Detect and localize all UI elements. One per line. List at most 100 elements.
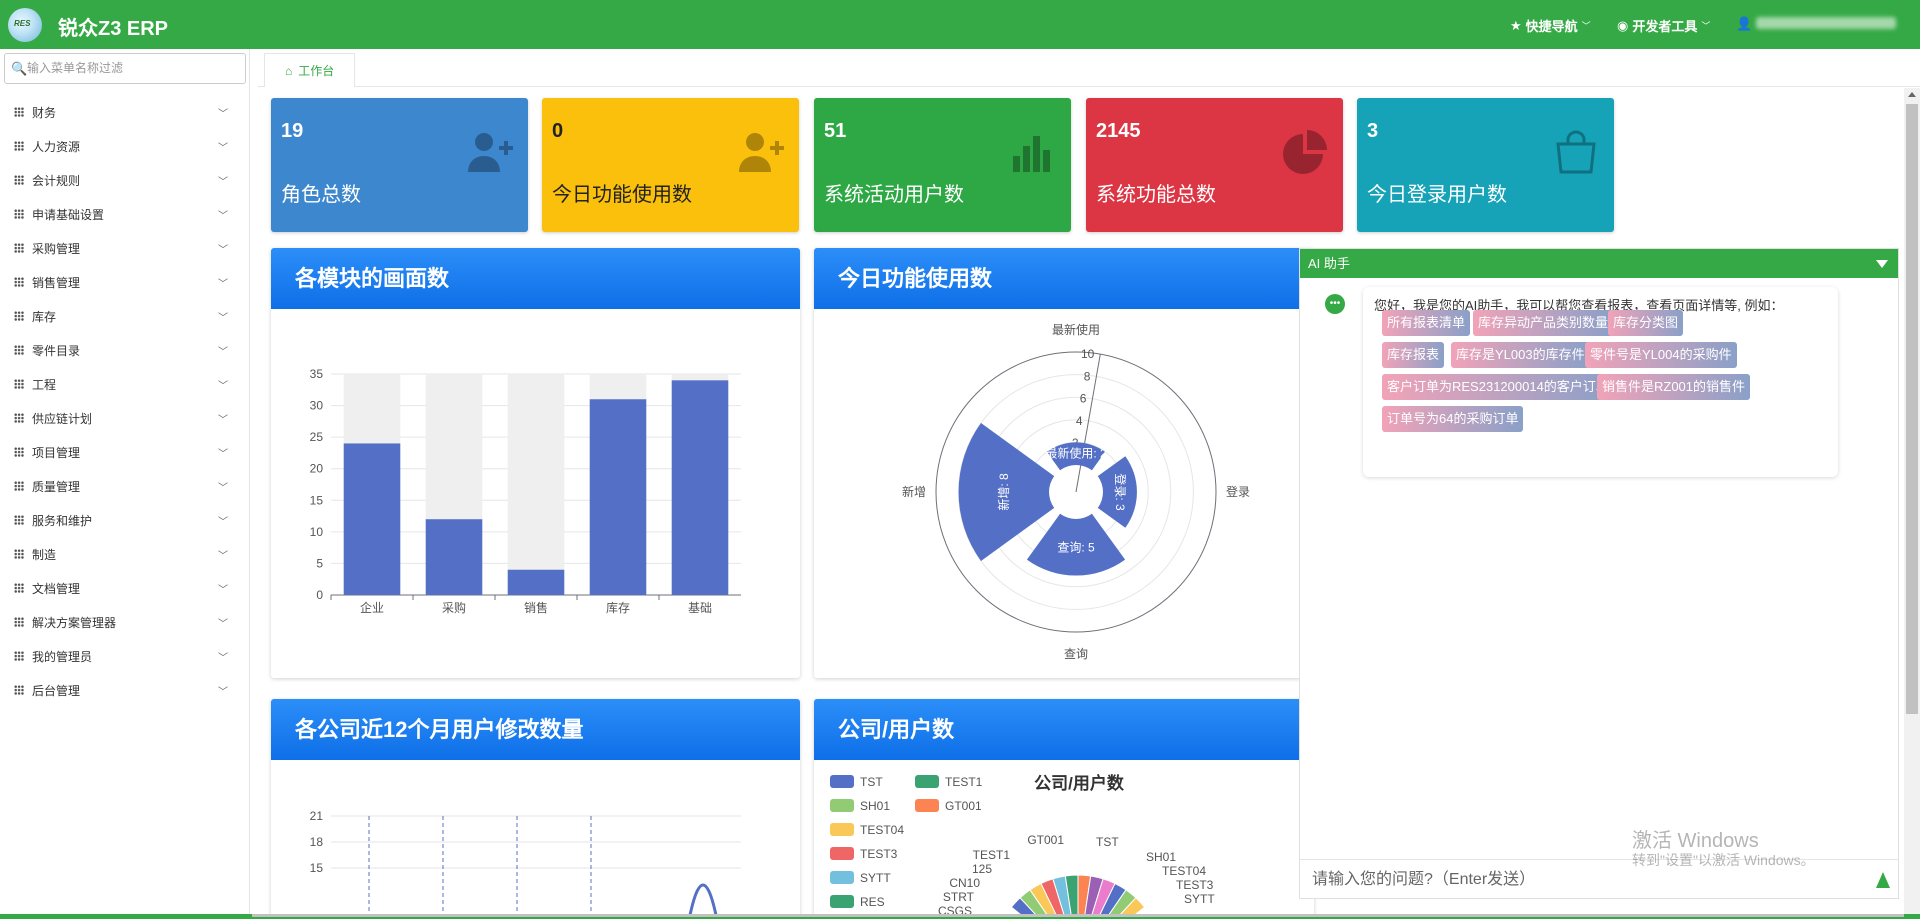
nav-shortcut-menu[interactable]: ★ 快捷导航 ﹀ (1510, 16, 1591, 35)
legend-swatch (830, 799, 854, 812)
nav-devtools-menu[interactable]: ◉ 开发者工具 ﹀ (1617, 16, 1710, 35)
sidebar-item[interactable]: 销售管理 ﹀ (0, 265, 250, 299)
sidebar-item-label: 后台管理 (32, 683, 81, 698)
sidebar-item-label: 供应链计划 (32, 411, 93, 426)
sidebar-item[interactable]: 后台管理 ﹀ (0, 673, 250, 707)
chat-bubble-icon: ••• (1325, 294, 1345, 314)
sidebar-item[interactable]: 服务和维护 ﹀ (0, 503, 250, 537)
sidebar-item[interactable]: 工程 ﹀ (0, 367, 250, 401)
chevron-down-icon: ﹀ (218, 313, 228, 324)
grid-icon (14, 515, 24, 525)
radial-tick-label: 4 (1076, 414, 1083, 428)
sidebar-item[interactable]: 质量管理 ﹀ (0, 469, 250, 503)
grid-icon (14, 243, 24, 253)
sidebar-item[interactable]: 人力资源 ﹀ (0, 129, 250, 163)
scroll-up-arrow-icon[interactable] (1908, 92, 1916, 97)
ai-suggestion-chip[interactable]: 订单号为64的采购订单 (1382, 406, 1524, 432)
y-tick-label: 5 (316, 556, 323, 570)
top-header: RES 锐众Z3 ERP ★ 快捷导航 ﹀ ◉ 开发者工具 ﹀ 👤 (0, 0, 1920, 49)
shopping-bag-icon (1552, 128, 1600, 176)
star-icon: ★ (1510, 17, 1522, 33)
polar-bar-chart: 246810最新使用: 2最新使用登录: 3登录查询: 5查询新增: 8新增 (902, 322, 1250, 661)
home-icon: ⌂ (285, 63, 293, 78)
sidebar-item[interactable]: 零件目录 ﹀ (0, 333, 250, 367)
ai-assistant-header[interactable]: AI 助手 (1300, 249, 1898, 278)
stat-card[interactable]: 3 今日登录用户数 (1357, 98, 1614, 232)
sidebar-item[interactable]: 库存 ﹀ (0, 299, 250, 333)
sidebar-item[interactable]: 制造 ﹀ (0, 537, 250, 571)
legend-swatch (830, 895, 854, 908)
nav-shortcut-label: 快捷导航 (1525, 19, 1578, 34)
send-icon[interactable] (1876, 872, 1890, 888)
panel-today-usage: 今日功能使用数 246810最新使用: 2最新使用登录: 3登录查询: 5查询新… (814, 248, 1314, 678)
horizontal-scrollbar[interactable] (252, 914, 1904, 917)
scrollbar-thumb[interactable] (1906, 104, 1918, 714)
grid-icon (14, 685, 24, 695)
sidebar-item[interactable]: 会计规则 ﹀ (0, 163, 250, 197)
chevron-down-icon: ﹀ (218, 245, 228, 256)
stat-card[interactable]: 2145 系统功能总数 (1086, 98, 1343, 232)
legend-swatch (830, 871, 854, 884)
chevron-down-icon: ﹀ (218, 381, 228, 392)
search-placeholder: 输入菜单名称过滤 (27, 61, 124, 75)
stat-label: 今日功能使用数 (552, 184, 692, 206)
stat-card[interactable]: 0 今日功能使用数 (542, 98, 799, 232)
ai-suggestion-chip[interactable]: 销售件是RZ001的销售件 (1597, 374, 1751, 400)
ai-suggestion-chip[interactable]: 零件号是YL004的采购件 (1585, 342, 1737, 368)
panel-title: 今日功能使用数 (814, 248, 1314, 309)
sidebar-item[interactable]: 我的管理员 ﹀ (0, 639, 250, 673)
radial-tick-label: 10 (1081, 347, 1095, 361)
ai-suggestion-chip[interactable]: 库存是YL003的库存件 (1451, 342, 1590, 368)
stat-card[interactable]: 19 角色总数 (271, 98, 528, 232)
user-name-redacted[interactable] (1756, 17, 1896, 29)
app-title: 锐众Z3 ERP (58, 18, 169, 40)
grid-icon (14, 651, 24, 661)
sidebar-item[interactable]: 供应链计划 ﹀ (0, 401, 250, 435)
legend-label: SH01 (860, 799, 890, 813)
user-menu[interactable]: 👤 (1736, 16, 1752, 32)
ai-suggestion-chip[interactable]: 库存报表 (1382, 342, 1445, 368)
sidebar-item[interactable]: 项目管理 ﹀ (0, 435, 250, 469)
sidebar-item-label: 工程 (32, 377, 57, 392)
panel-title: 公司/用户数 (814, 699, 1314, 760)
legend-swatch (915, 775, 939, 788)
sidebar-item[interactable]: 申请基础设置 ﹀ (0, 197, 250, 231)
category-label: 登录 (1226, 484, 1250, 499)
pie-slice-label: TEST1 (973, 848, 1011, 862)
sidebar-menu: 财务 ﹀ 人力资源 ﹀ 会计规则 ﹀ 申请基础设置 ﹀ 采购管理 ﹀ 销售管理 ﹀ 库存 ﹀ 零件目录 ﹀ 工程… (0, 95, 250, 707)
radial-tick-label: 6 (1080, 392, 1087, 406)
grid-icon (14, 617, 24, 627)
grid-icon (14, 447, 24, 457)
tab-workbench[interactable]: ⌂ 工作台 (264, 53, 356, 87)
sidebar-item[interactable]: 文档管理 ﹀ (0, 571, 250, 605)
grid-icon (14, 345, 24, 355)
y-tick-label: 35 (310, 367, 324, 381)
x-tick-label: 企业 (360, 600, 384, 615)
category-label: 新增 (902, 484, 926, 499)
stat-label: 系统活动用户数 (824, 184, 964, 206)
ai-suggestion-chip[interactable]: 所有报表清单 (1382, 310, 1471, 336)
y-tick-label: 15 (310, 493, 324, 507)
sidebar-item[interactable]: 解决方案管理器 ﹀ (0, 605, 250, 639)
bar-chart: 0 5 10 15 20 25 30 35 企业 采购 销售 库存 基础 (310, 367, 741, 615)
ai-assistant-panel: AI 助手 ••• 您好，我是您的AI助手，我可以帮您查看报表，查看页面详情等,… (1299, 248, 1899, 899)
bar-background (507, 374, 565, 595)
collapse-icon[interactable] (1876, 260, 1888, 268)
stat-card[interactable]: 51 系统活动用户数 (814, 98, 1071, 232)
ai-suggestion-chip[interactable]: 库存异动产品类别数量 (1473, 310, 1614, 336)
sidebar-item-label: 申请基础设置 (32, 207, 105, 222)
user-plus-icon (737, 128, 785, 176)
sidebar-item[interactable]: 财务 ﹀ (0, 95, 250, 129)
grid-icon (14, 277, 24, 287)
legend-swatch (830, 847, 854, 860)
chevron-down-icon: ﹀ (218, 109, 228, 120)
grid-icon (14, 413, 24, 423)
sidebar-item[interactable]: 采购管理 ﹀ (0, 231, 250, 265)
pie-slice-label: SYTT (1184, 892, 1215, 906)
x-tick-label: 采购 (442, 600, 466, 615)
ai-suggestion-chip[interactable]: 客户订单为RES231200014的客户订单 (1382, 374, 1614, 400)
chevron-down-icon: ﹀ (218, 653, 228, 664)
menu-search-input[interactable]: 🔍 输入菜单名称过滤 (4, 53, 246, 84)
ai-suggestion-chip[interactable]: 库存分类图 (1608, 310, 1684, 336)
chart-title: 公司/用户数 (1034, 773, 1125, 793)
